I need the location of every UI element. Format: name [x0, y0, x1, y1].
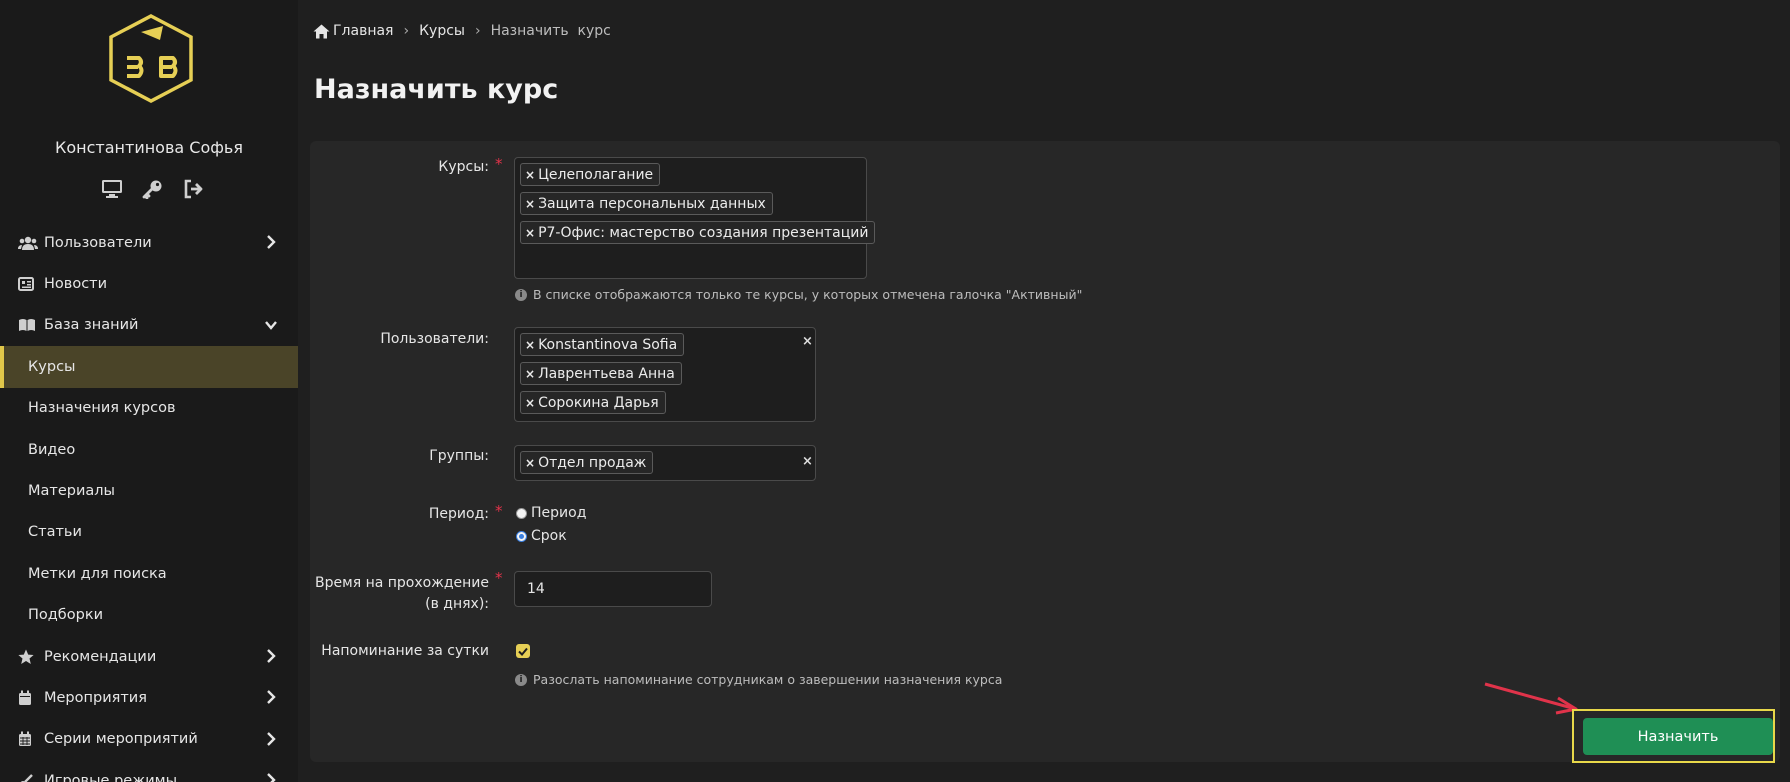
annotation-arrow-icon — [1484, 682, 1578, 715]
groups-label: Группы: — [429, 448, 489, 464]
courses-label: Курсы: — [438, 159, 489, 175]
newspaper-icon — [18, 275, 38, 293]
clear-users-button[interactable]: × — [802, 334, 813, 349]
sidebar-item-recommendations[interactable]: Рекомендации — [0, 636, 298, 677]
sidebar-item-knowledge-base[interactable]: База знаний — [0, 305, 298, 346]
period-label: Период: — [428, 506, 489, 522]
sidebar-menu: Пользователи Новости База знаний Курсы Н… — [0, 222, 298, 782]
reminder-help: i Разослать напоминание сотрудникам о за… — [515, 672, 1002, 687]
sidebar-item-events[interactable]: Мероприятия — [0, 677, 298, 718]
user-tag: × Лаврентьева Анна — [520, 362, 682, 385]
breadcrumb-current: Назначить курс — [490, 23, 611, 39]
sidebar-item-search-tags[interactable]: Метки для поиска — [0, 553, 298, 594]
courses-help: i В списке отображаются только те курсы,… — [515, 287, 1082, 302]
required-marker: * — [495, 502, 503, 520]
home-icon[interactable] — [313, 24, 330, 39]
remove-tag-button[interactable]: × — [525, 197, 535, 211]
chevron-right-icon — [267, 773, 276, 782]
sidebar-item-news[interactable]: Новости — [0, 263, 298, 304]
key-icon[interactable] — [139, 175, 167, 203]
remove-tag-button[interactable]: × — [525, 226, 535, 240]
period-option-period[interactable]: Период — [516, 505, 586, 521]
breadcrumb-courses[interactable]: Курсы — [419, 23, 465, 39]
sidebar-item-courses[interactable]: Курсы — [0, 346, 298, 388]
course-tag: × Защита персональных данных — [520, 192, 773, 215]
chevron-right-icon — [267, 649, 276, 663]
required-marker: * — [495, 155, 503, 173]
star-icon — [18, 648, 38, 666]
remove-tag-button[interactable]: × — [525, 168, 535, 182]
remove-tag-button[interactable]: × — [525, 456, 535, 470]
course-tag: × Р7-Офис: мастерство создания презентац… — [520, 221, 876, 244]
sidebar-item-course-assignments[interactable]: Назначения курсов — [0, 388, 298, 429]
remove-tag-button[interactable]: × — [525, 367, 535, 381]
breadcrumb-separator: › — [403, 23, 410, 39]
calendar-grid-icon — [18, 730, 38, 748]
book-icon — [18, 316, 38, 334]
required-marker: * — [495, 569, 503, 587]
breadcrumb: Главная › Курсы › Назначить курс — [313, 20, 611, 42]
courses-select[interactable]: × Целеполагание × Защита персональных да… — [514, 157, 876, 279]
sidebar-item-collections[interactable]: Подборки — [0, 595, 298, 636]
users-label: Пользователи: — [380, 331, 489, 347]
group-tag: × Отдел продаж — [520, 451, 654, 474]
duration-label: Время на прохождение (в днях): — [315, 575, 489, 612]
check-icon — [518, 647, 528, 656]
sidebar-item-articles[interactable]: Статьи — [0, 512, 298, 553]
users-select[interactable]: × Konstantinova Sofia × Лаврентьева Анна… — [514, 327, 816, 422]
logo-icon[interactable] — [103, 12, 199, 104]
assign-button[interactable]: Назначить — [1583, 718, 1773, 755]
period-radio[interactable] — [516, 507, 527, 519]
user-tag: × Konstantinova Sofia — [520, 333, 685, 356]
term-radio[interactable] — [516, 530, 527, 542]
user-actions — [98, 174, 208, 204]
breadcrumb-separator: › — [474, 23, 481, 39]
user-name: Константинова Софья — [55, 138, 243, 157]
remove-tag-button[interactable]: × — [525, 396, 535, 410]
duration-days-input[interactable] — [514, 571, 712, 607]
sidebar-item-materials[interactable]: Материалы — [0, 470, 298, 511]
reminder-label: Напоминание за сутки — [321, 643, 489, 659]
reminder-checkbox[interactable] — [516, 644, 530, 658]
remove-tag-button[interactable]: × — [525, 338, 535, 352]
clear-groups-button[interactable]: × — [802, 454, 813, 469]
info-icon: i — [515, 288, 527, 301]
assign-course-form: Курсы: * × Целеполагание × Защита персон… — [310, 141, 1780, 762]
page-title: Назначить курс — [314, 74, 559, 105]
chevron-right-icon — [267, 731, 276, 746]
sidebar-item-event-series[interactable]: Серии мероприятий — [0, 719, 298, 760]
users-icon — [18, 234, 38, 252]
course-tag: × Целеполагание — [520, 163, 661, 186]
info-icon: i — [515, 673, 527, 686]
chevron-right-icon — [267, 690, 276, 705]
sidebar-item-video[interactable]: Видео — [0, 429, 298, 470]
calendar-icon — [18, 689, 38, 707]
sidebar-item-game-modes[interactable]: Игровые режимы — [0, 760, 298, 782]
sidebar-item-users[interactable]: Пользователи — [0, 222, 298, 263]
sidebar: Константинова Софья Пользователи Новости… — [0, 0, 298, 782]
period-option-term[interactable]: Срок — [516, 528, 567, 544]
logout-icon[interactable] — [180, 175, 208, 203]
user-tag: × Сорокина Дарья — [520, 391, 666, 414]
chevron-right-icon — [267, 235, 276, 249]
game-icon — [18, 772, 38, 782]
breadcrumb-home[interactable]: Главная — [333, 23, 393, 39]
monitor-icon[interactable] — [98, 175, 126, 203]
main-content: Главная › Курсы › Назначить курс Назначи… — [298, 0, 1790, 782]
groups-select[interactable]: × Отдел продаж × — [514, 445, 816, 481]
chevron-down-icon — [265, 321, 277, 330]
